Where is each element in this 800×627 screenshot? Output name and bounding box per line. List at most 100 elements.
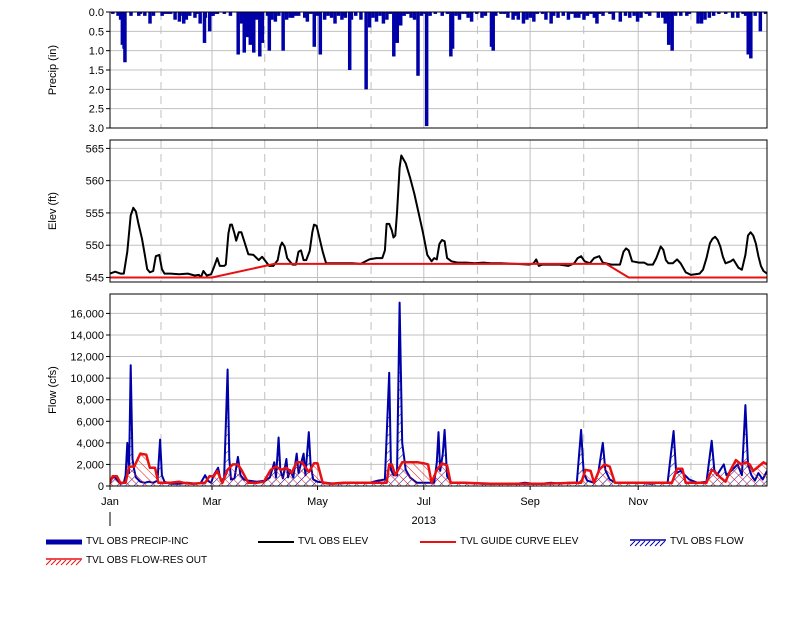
precip-bar	[513, 12, 517, 16]
y-tick-label: 14,000	[70, 330, 104, 342]
legend-label: TVL OBS FLOW-RES OUT	[86, 555, 208, 566]
y-tick-label: 8,000	[76, 395, 104, 407]
precip-bar	[252, 12, 256, 53]
precip-bar	[647, 12, 652, 16]
precip-bar	[143, 12, 147, 16]
precip-bar	[364, 12, 368, 90]
precip-bar	[228, 12, 233, 16]
precip-bar	[248, 12, 253, 45]
precip-bar	[639, 12, 643, 18]
panel-1: 545 550 555 560 565 Elev (ft)	[47, 139, 768, 284]
chart-window: 0.0 0.5 1.0 1.5 2.0 2.5 3.0 Precip (in) 545 550 55…	[0, 0, 800, 627]
precip-bar	[242, 12, 246, 53]
precip-bar	[466, 12, 470, 18]
precip-bar	[666, 12, 671, 45]
precip-bar	[367, 12, 372, 28]
y-tick-label: 2.5	[89, 104, 104, 116]
x-tick-label: May	[307, 496, 328, 508]
legend-item: TVL GUIDE CURVE ELEV	[420, 536, 578, 547]
precip-bar	[336, 12, 341, 16]
precip-bar	[611, 12, 616, 20]
precip-bar	[670, 12, 674, 51]
precip-bar	[129, 12, 133, 16]
precip-bar	[177, 12, 182, 22]
legend-swatch	[630, 538, 666, 546]
precip-bar	[378, 12, 382, 16]
precip-bar	[398, 12, 403, 26]
precip-bar	[184, 12, 189, 20]
precip-bar	[374, 12, 379, 22]
y-tick-label: 12,000	[70, 352, 104, 364]
y-tick-label: 2,000	[76, 459, 104, 471]
precip-bar	[354, 12, 358, 16]
precip-bar	[601, 12, 605, 16]
precip-bar	[623, 12, 628, 16]
panel-0: 0.0 0.5 1.0 1.5 2.0 2.5 3.0 Precip (in)	[47, 7, 768, 135]
legend-swatch	[258, 540, 294, 543]
precip-bar	[528, 12, 533, 18]
precip-bar	[480, 12, 484, 18]
precip-bar	[730, 12, 735, 18]
precip-bar	[349, 12, 354, 20]
precip-bar	[371, 12, 375, 18]
legend-item: TVL OBS PRECIP-INC	[46, 536, 188, 547]
precip-bar	[566, 12, 571, 20]
legend-item: TVL OBS ELEV	[258, 536, 368, 547]
precip-bar	[679, 12, 683, 16]
y-tick-label: 1.5	[89, 65, 104, 77]
y-tick-label: 560	[86, 176, 104, 188]
y-tick-label: 6,000	[76, 416, 104, 428]
series-line-0	[110, 154, 767, 279]
legend-label: TVL OBS PRECIP-INC	[86, 536, 189, 547]
precip-bar	[409, 12, 413, 18]
y-tick-label: 1.0	[89, 46, 104, 58]
precip-bar	[284, 12, 289, 20]
precip-bar	[711, 12, 716, 16]
precip-bar	[635, 12, 640, 22]
y-tick-label: 555	[86, 208, 104, 220]
precip-bar	[395, 12, 400, 43]
precip-bar	[392, 12, 396, 57]
y-tick-label: 3.0	[89, 123, 104, 135]
precip-bar	[312, 12, 317, 47]
legend-label: TVL OBS ELEV	[298, 536, 369, 547]
x-tick-label: Nov	[628, 496, 648, 508]
precip-bar	[656, 12, 661, 18]
y-tick-label: 545	[86, 272, 104, 284]
precip-bar	[424, 12, 429, 127]
flow-area	[110, 302, 767, 486]
legend-swatch	[420, 540, 456, 543]
precip-bar	[385, 12, 389, 20]
precip-bar	[347, 12, 352, 70]
precip-bar	[188, 12, 192, 16]
precip-bar	[749, 12, 753, 59]
y-tick-label: 565	[86, 143, 104, 155]
precip-bar	[296, 12, 301, 16]
precip-bar	[551, 12, 556, 16]
x-tick-label: Jul	[417, 496, 431, 508]
precip-bar	[236, 12, 240, 55]
y-tick-label: 2.0	[89, 84, 104, 96]
precip-bar	[148, 12, 152, 24]
precip-bar	[333, 12, 337, 24]
precip-bar	[494, 12, 498, 16]
precip-bar	[758, 12, 763, 32]
precip-bar	[329, 12, 334, 18]
x-axis-year-label: 2013	[412, 515, 436, 527]
precip-bar	[736, 12, 740, 18]
precip-bar	[491, 12, 495, 51]
precip-bar	[699, 12, 704, 24]
precip-bar	[402, 12, 406, 16]
precip-bar	[412, 12, 417, 20]
precip-bar	[582, 12, 586, 20]
precip-bar	[359, 12, 363, 20]
precip-bar	[454, 12, 458, 16]
legend-swatch	[46, 557, 82, 565]
x-tick-label: Mar	[203, 496, 222, 508]
precip-bar	[198, 12, 202, 24]
precip-bar	[532, 12, 536, 22]
precip-bar	[260, 12, 265, 43]
precip-bar	[322, 12, 327, 20]
precip-bar	[419, 12, 424, 16]
legend-item: TVL OBS FLOW	[630, 536, 744, 547]
